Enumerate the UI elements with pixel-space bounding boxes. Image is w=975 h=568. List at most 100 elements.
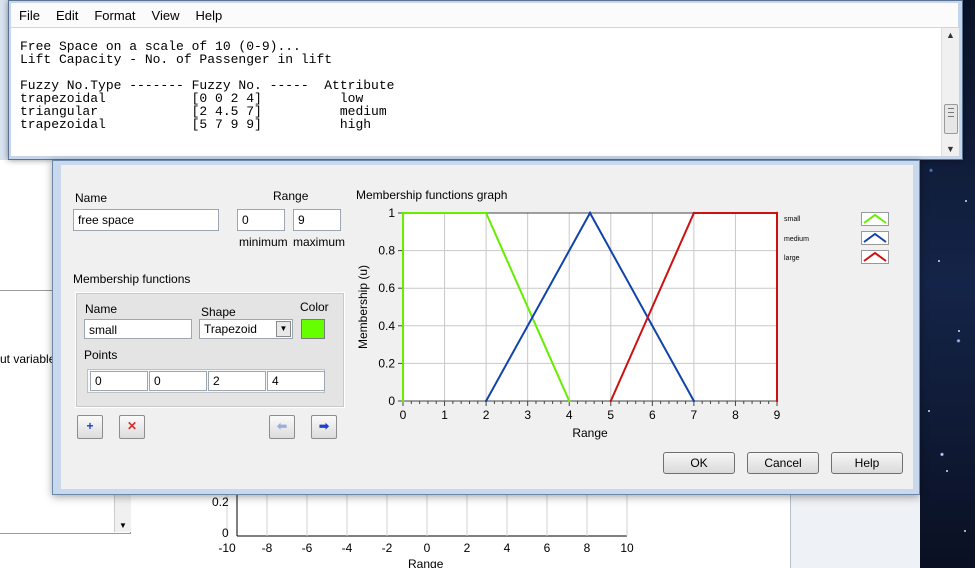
arrow-left-icon: ⬅: [276, 419, 288, 433]
close-icon: ✕: [126, 419, 138, 433]
text-line: trapezoidal [5 7 9 9] high: [20, 117, 372, 132]
bg-xtick: -2: [382, 541, 393, 555]
bg-xtick: 8: [584, 541, 591, 555]
legend-label-medium: medium: [784, 236, 809, 243]
x-tick-label: 3: [524, 408, 531, 422]
add-mf-button[interactable]: +: [77, 415, 103, 439]
scroll-up-icon[interactable]: ▲: [946, 30, 955, 40]
y-tick-label: 1: [388, 206, 395, 220]
x-tick-label: 7: [691, 408, 698, 422]
y-tick-label: 0.4: [378, 319, 395, 333]
plus-icon: +: [86, 419, 94, 433]
range-max-input[interactable]: 9: [293, 209, 341, 231]
points-label: Points: [84, 348, 118, 362]
membership-chart: 0 1 2 3 4 5 6 7 8 9 0 0.2 0.4 0.6 0.8 1 Range Membership …: [356, 206, 781, 440]
arrow-right-icon: ➡: [318, 419, 330, 433]
range-label: Range: [273, 189, 309, 203]
bg-xtick: 2: [464, 541, 471, 555]
bg-xtick: 0: [424, 541, 431, 555]
shape-select-value: Trapezoid: [204, 322, 257, 336]
y-tick-label: 0.8: [378, 244, 395, 258]
legend-swatch-large[interactable]: [861, 250, 889, 264]
x-tick-label: 5: [607, 408, 614, 422]
bg-xtick: -4: [342, 541, 353, 555]
bg-ytick: 0: [222, 526, 229, 540]
data-point-large: [609, 399, 612, 403]
data-point-large: [692, 211, 696, 215]
y-tick-label: 0.2: [378, 356, 395, 370]
menu-file[interactable]: File: [11, 8, 48, 23]
help-button[interactable]: Help: [831, 452, 903, 474]
y-tick-label: 0.6: [378, 281, 395, 295]
menu-view[interactable]: View: [144, 8, 188, 23]
name-label: Name: [75, 191, 108, 205]
ok-button[interactable]: OK: [663, 452, 735, 474]
bg-xtick: 10: [620, 541, 634, 555]
maximum-label: maximum: [293, 235, 346, 249]
x-tick-label: 8: [732, 408, 739, 422]
point-input-3[interactable]: 2: [208, 371, 266, 391]
y-tick-label: 0: [388, 394, 395, 408]
point-input-1[interactable]: 0: [90, 371, 148, 391]
data-point-small: [401, 211, 405, 215]
x-tick-label: 0: [400, 408, 407, 422]
points-container: 0 0 2 4: [87, 369, 325, 393]
bg-xtick: 4: [504, 541, 511, 555]
notepad-window: File Edit Format View Help Free Space on…: [8, 0, 963, 160]
scroll-down-icon[interactable]: ▼: [946, 144, 955, 154]
bg-ytick: 0.2: [212, 495, 229, 509]
fuzzy-variable-dialog: Name free space Range 0 9 minimum maximu…: [52, 160, 920, 495]
data-point-large: [775, 399, 779, 403]
data-point-medium: [588, 211, 592, 215]
chart-title: Membership functions graph: [356, 188, 508, 202]
bg-xtick: 6: [544, 541, 551, 555]
background-right-rail: [790, 490, 921, 568]
mf-name-input[interactable]: small: [84, 319, 192, 339]
point-input-4[interactable]: 4: [267, 371, 325, 391]
data-point-small: [568, 399, 571, 403]
legend-label-small: small: [784, 216, 801, 223]
background-variable-label: ut variable: [0, 352, 56, 366]
color-label: Color: [300, 300, 329, 314]
chevron-down-icon[interactable]: ▼: [276, 321, 291, 337]
menu-bar: File Edit Format View Help: [11, 3, 958, 28]
plot-area: [402, 212, 778, 402]
membership-functions-label: Membership functions: [73, 272, 191, 286]
move-right-button[interactable]: ➡: [311, 415, 337, 439]
background-graph: 0.2 0 -10 -8 -6 -4 -2 0 2 4 6 8 10 Range: [212, 490, 634, 568]
data-point-medium: [692, 399, 696, 403]
bg-xtick: -6: [302, 541, 313, 555]
legend-label-large: large: [784, 255, 800, 262]
shape-label: Shape: [201, 305, 236, 319]
notepad-text-area[interactable]: Free Space on a scale of 10 (0-9)... Lift…: [11, 28, 941, 156]
legend-swatch-medium[interactable]: [861, 231, 889, 245]
y-axis-label: Membership (u): [356, 265, 370, 349]
x-tick-label: 4: [566, 408, 573, 422]
menu-help[interactable]: Help: [187, 8, 230, 23]
bg-xlabel: Range: [408, 557, 444, 568]
notepad-scrollbar[interactable]: ▲ ▼: [941, 28, 959, 156]
chevron-down-icon[interactable]: ▼: [119, 521, 127, 530]
x-tick-label: 6: [649, 408, 656, 422]
delete-mf-button[interactable]: ✕: [119, 415, 145, 439]
minimum-label: minimum: [239, 235, 288, 249]
data-point-small: [484, 211, 488, 215]
mf-name-label: Name: [85, 302, 118, 316]
name-input[interactable]: free space: [73, 209, 219, 231]
move-left-button[interactable]: ⬅: [269, 415, 295, 439]
shape-select[interactable]: Trapezoid ▼: [199, 319, 293, 339]
color-swatch[interactable]: [301, 319, 325, 339]
range-min-input[interactable]: 0: [237, 209, 285, 231]
menu-format[interactable]: Format: [86, 8, 143, 23]
legend-swatch-small[interactable]: [861, 212, 889, 226]
dialog-body: Name free space Range 0 9 minimum maximu…: [61, 165, 913, 489]
bg-xtick: -8: [262, 541, 273, 555]
data-point-medium: [484, 399, 488, 403]
point-input-2[interactable]: 0: [149, 371, 207, 391]
cancel-button[interactable]: Cancel: [747, 452, 819, 474]
bg-xtick: -10: [218, 541, 236, 555]
scroll-thumb[interactable]: [944, 104, 958, 134]
data-point-large: [775, 211, 779, 215]
x-tick-label: 9: [774, 408, 781, 422]
menu-edit[interactable]: Edit: [48, 8, 86, 23]
